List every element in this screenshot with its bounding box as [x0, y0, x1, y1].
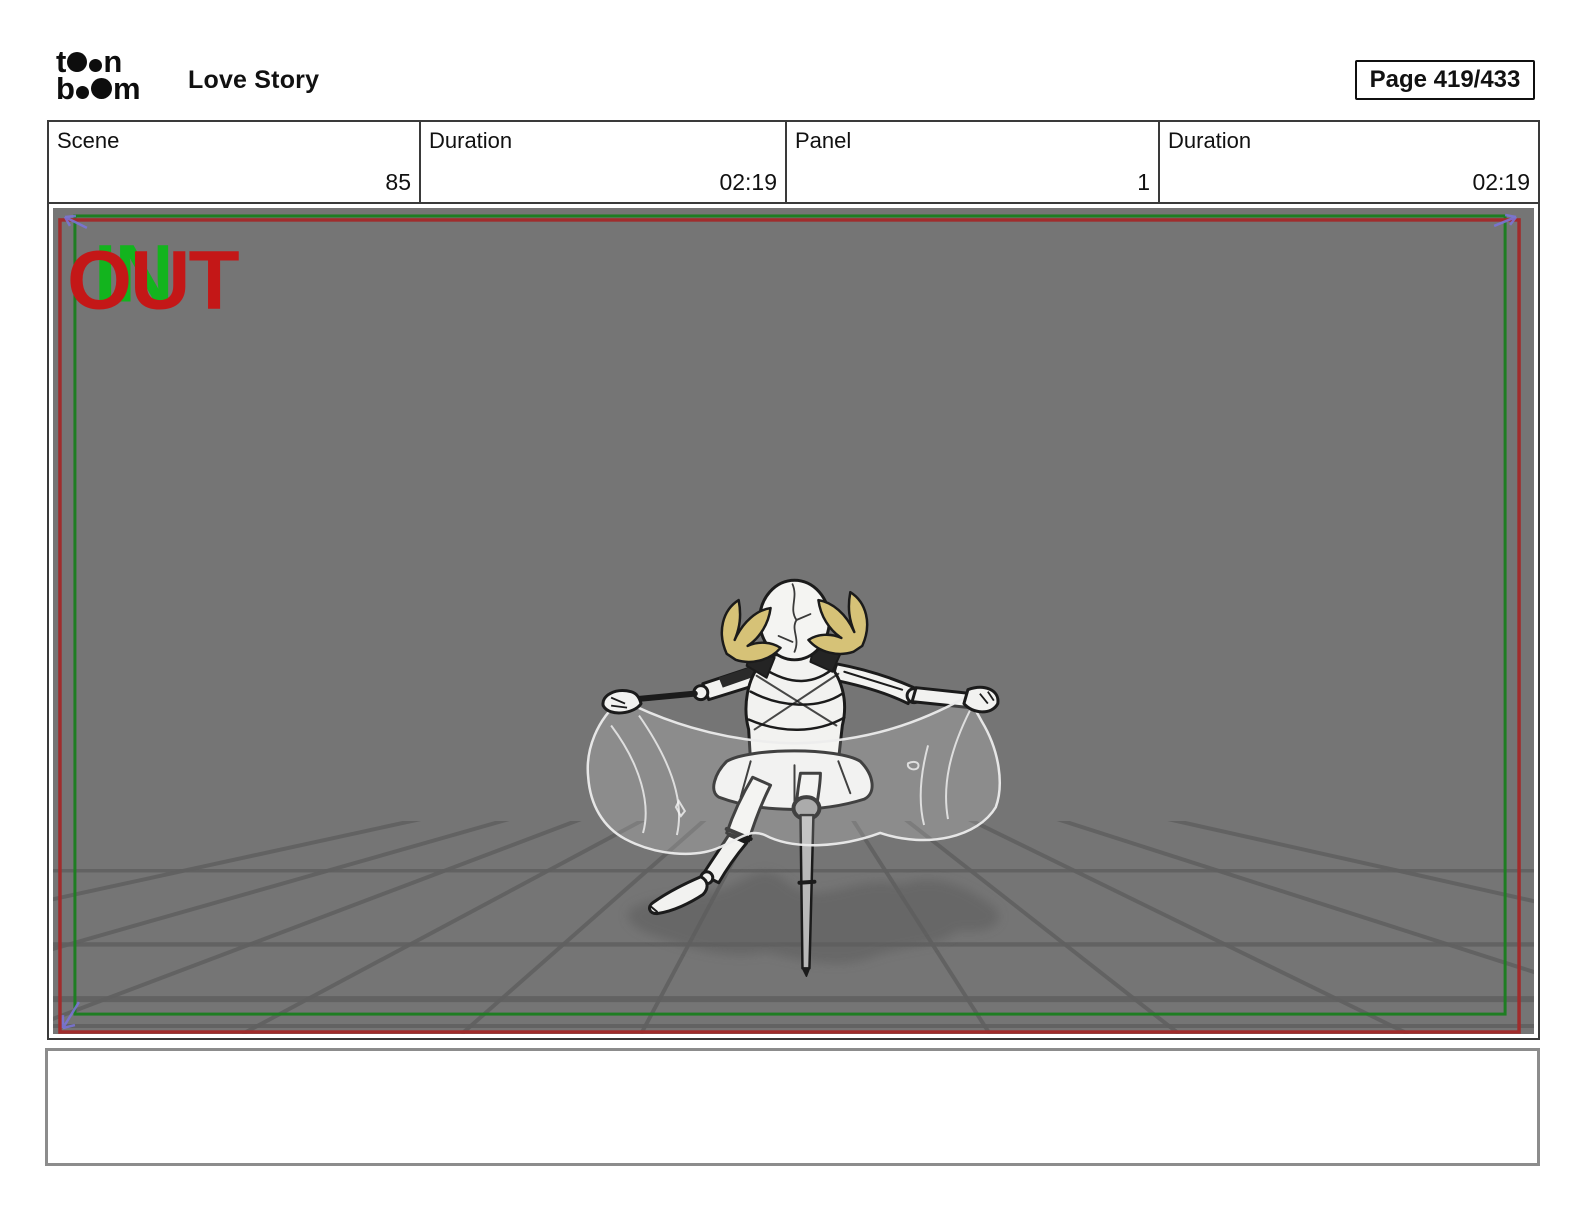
- duration2-label: Duration: [1168, 128, 1252, 153]
- scene-label: Scene: [57, 128, 120, 153]
- logo-letter: b: [56, 71, 75, 106]
- info-cell-scene-duration: Duration 02:19: [421, 122, 787, 204]
- storyboard-panel-cell: IN OUT: [49, 204, 1538, 1038]
- info-cell-panel: Panel 1: [787, 122, 1160, 204]
- storyboard-panel-block: Scene 85 Duration 02:19 Panel 1 Duration…: [47, 120, 1540, 1040]
- scene-value: 85: [385, 169, 411, 195]
- storyboard-panel-image: IN OUT: [53, 208, 1534, 1034]
- panel-artwork: IN OUT: [53, 208, 1534, 1034]
- logo-letter: m: [112, 71, 141, 106]
- panel-value: 1: [1137, 169, 1150, 195]
- toonboom-logo: tn bm: [56, 46, 186, 110]
- info-cell-scene: Scene 85: [49, 122, 421, 204]
- logo-dot-icon: [89, 59, 103, 72]
- logo-dot-icon: [90, 78, 112, 99]
- project-title: Love Story: [188, 66, 320, 94]
- duration-value: 02:19: [719, 169, 777, 195]
- caption-box: [45, 1048, 1540, 1166]
- logo-dot-icon: [67, 52, 88, 72]
- duration-label: Duration: [429, 128, 513, 153]
- duration2-value: 02:19: [1472, 169, 1530, 195]
- logo-dot-icon: [75, 86, 89, 99]
- panel-label: Panel: [795, 128, 852, 153]
- toonboom-logo-line2: bm: [56, 71, 186, 106]
- camera-out-marker: OUT: [67, 233, 240, 327]
- page-number-badge: Page 419/433: [1355, 60, 1535, 100]
- info-cell-panel-duration: Duration 02:19: [1160, 122, 1538, 204]
